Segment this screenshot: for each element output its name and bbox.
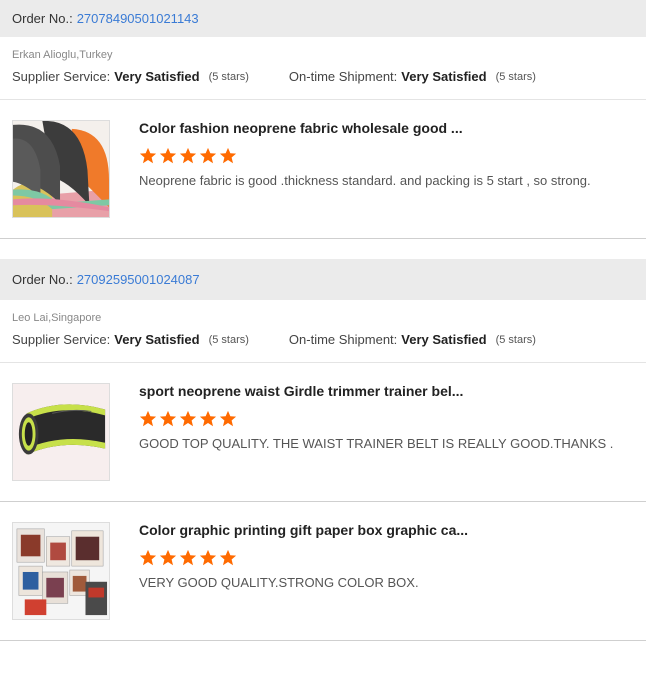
supplier-service-stars: (5 stars) xyxy=(208,70,249,83)
supplier-service-value: Very Satisfied xyxy=(114,332,200,347)
product-info: Color graphic printing gift paper box gr… xyxy=(139,522,468,620)
product-star-rating xyxy=(139,410,613,428)
product-info: Color fashion neoprene fabric wholesale … xyxy=(139,120,591,218)
shipment-stars: (5 stars) xyxy=(495,333,536,346)
star-icon xyxy=(159,147,177,165)
review-text: Neoprene fabric is good .thickness stand… xyxy=(139,173,591,188)
star-icon xyxy=(179,410,197,428)
order-number-link[interactable]: 27078490501021143 xyxy=(77,11,199,26)
order-gap xyxy=(0,239,646,259)
divider xyxy=(0,640,646,641)
order-no-label: Order No.: xyxy=(12,272,73,287)
supplier-service-rating: Supplier Service: Very Satisfied (5 star… xyxy=(12,69,249,84)
product-image[interactable] xyxy=(12,383,110,481)
star-icon xyxy=(159,549,177,567)
order-card: Order No.: 27078490501021143 Erkan Aliog… xyxy=(0,0,646,239)
product-row: sport neoprene waist Girdle trimmer trai… xyxy=(0,383,646,481)
shipment-label: On-time Shipment: xyxy=(288,69,398,84)
divider xyxy=(0,238,646,239)
star-icon xyxy=(219,549,237,567)
product-image[interactable] xyxy=(12,120,110,218)
star-icon xyxy=(199,549,217,567)
star-icon xyxy=(199,147,217,165)
product-title[interactable]: Color fashion neoprene fabric wholesale … xyxy=(139,120,591,136)
printed-gift-boxes-icon xyxy=(13,523,109,619)
order-header: Order No.: 27078490501021143 xyxy=(0,0,646,37)
product-info: sport neoprene waist Girdle trimmer trai… xyxy=(139,383,613,481)
order-header: Order No.: 27092595001024087 xyxy=(0,259,646,300)
star-icon xyxy=(159,410,177,428)
waist-trainer-belt-icon xyxy=(13,384,109,480)
product-star-rating xyxy=(139,147,591,165)
supplier-service-rating: Supplier Service: Very Satisfied (5 star… xyxy=(12,332,249,347)
star-icon xyxy=(139,549,157,567)
order-no-label: Order No.: xyxy=(12,11,73,26)
supplier-service-value: Very Satisfied xyxy=(114,69,200,84)
buyer-name: Erkan Alioglu,Turkey xyxy=(12,49,113,61)
star-icon xyxy=(179,147,197,165)
star-icon xyxy=(219,147,237,165)
review-text: GOOD TOP QUALITY. THE WAIST TRAINER BELT… xyxy=(139,436,614,451)
star-icon xyxy=(139,147,157,165)
supplier-service-label: Supplier Service: xyxy=(12,69,111,84)
product-title[interactable]: Color graphic printing gift paper box gr… xyxy=(139,522,468,538)
shipment-label: On-time Shipment: xyxy=(288,332,398,347)
star-icon xyxy=(219,410,237,428)
supplier-service-stars: (5 stars) xyxy=(208,333,249,346)
order-ratings: Supplier Service: Very Satisfied (5 star… xyxy=(0,69,646,84)
shipment-rating: On-time Shipment: Very Satisfied (5 star… xyxy=(289,332,536,347)
shipment-value: Very Satisfied xyxy=(401,332,487,347)
product-row: Color fashion neoprene fabric wholesale … xyxy=(0,120,646,218)
shipment-stars: (5 stars) xyxy=(495,70,536,83)
order-number-link[interactable]: 27092595001024087 xyxy=(77,272,200,287)
star-icon xyxy=(179,549,197,567)
product-star-rating xyxy=(139,549,468,567)
product-image[interactable] xyxy=(12,522,110,620)
review-text: VERY GOOD QUALITY.STRONG COLOR BOX. xyxy=(139,575,419,590)
product-title[interactable]: sport neoprene waist Girdle trimmer trai… xyxy=(139,383,613,399)
order-ratings: Supplier Service: Very Satisfied (5 star… xyxy=(0,332,646,347)
product-row: Color graphic printing gift paper box gr… xyxy=(0,522,646,620)
star-icon xyxy=(139,410,157,428)
star-icon xyxy=(199,410,217,428)
order-card: Order No.: 27092595001024087 Leo Lai,Sin… xyxy=(0,259,646,641)
neoprene-fabric-rolls-icon xyxy=(13,121,109,217)
buyer-name: Leo Lai,Singapore xyxy=(12,312,102,324)
shipment-value: Very Satisfied xyxy=(401,69,487,84)
shipment-rating: On-time Shipment: Very Satisfied (5 star… xyxy=(289,69,536,84)
supplier-service-label: Supplier Service: xyxy=(12,332,111,347)
